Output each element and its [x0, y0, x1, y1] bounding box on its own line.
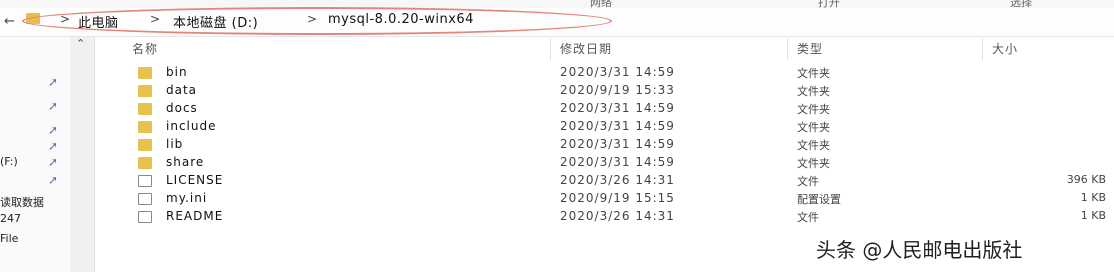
- file-date: 2020/3/31 14:59: [560, 65, 675, 79]
- file-row[interactable]: README 2020/3/26 14:31 文件 1 KB: [130, 208, 1114, 226]
- file-row[interactable]: my.ini 2020/9/19 15:15 配置设置 1 KB: [130, 190, 1114, 208]
- folder-icon: [138, 121, 152, 133]
- file-name: bin: [166, 65, 188, 79]
- file-date: 2020/3/26 14:31: [560, 209, 675, 223]
- file-date: 2020/3/31 14:59: [560, 101, 675, 115]
- column-divider[interactable]: [550, 38, 551, 60]
- file-name: my.ini: [166, 191, 208, 205]
- folder-icon: [138, 85, 152, 97]
- file-type: 文件夹: [797, 139, 830, 152]
- file-type: 文件夹: [797, 103, 830, 116]
- file-type: 配置设置: [797, 193, 841, 206]
- file-date: 2020/3/26 14:31: [560, 173, 675, 187]
- column-header-date[interactable]: 修改日期: [560, 40, 612, 57]
- file-date: 2020/9/19 15:15: [560, 191, 675, 205]
- file-name: docs: [166, 101, 198, 115]
- file-name: share: [166, 155, 205, 169]
- file-type: 文件夹: [797, 121, 830, 134]
- nav-scrollbar[interactable]: ⌃: [70, 37, 95, 272]
- file-type: 文件: [797, 175, 819, 188]
- pin-icon[interactable]: ➚: [48, 75, 58, 89]
- column-header-size[interactable]: 大小: [992, 40, 1018, 57]
- column-divider[interactable]: [982, 38, 983, 60]
- settings-file-icon: [138, 193, 152, 205]
- file-date: 2020/3/31 14:59: [560, 137, 675, 151]
- file-icon: [138, 211, 152, 223]
- watermark: 头条 @人民邮电出版社: [816, 238, 1023, 262]
- column-header-type[interactable]: 类型: [797, 40, 823, 57]
- pin-icon[interactable]: ➚: [48, 173, 58, 187]
- nav-item[interactable]: 247: [0, 212, 21, 225]
- file-name: data: [166, 83, 198, 97]
- ribbon-strip: 网络 打开 选择: [0, 0, 1114, 9]
- nav-item[interactable]: File: [0, 232, 18, 245]
- file-type: 文件夹: [797, 85, 830, 98]
- folder-icon: [138, 103, 152, 115]
- pin-icon[interactable]: ➚: [48, 139, 58, 153]
- file-name: LICENSE: [166, 173, 224, 187]
- pin-icon[interactable]: ➚: [48, 123, 58, 137]
- file-date: 2020/9/19 15:33: [560, 83, 675, 97]
- back-arrow-icon[interactable]: ←: [4, 14, 15, 29]
- file-icon: [138, 175, 152, 187]
- pin-icon[interactable]: ➚: [48, 155, 58, 169]
- file-size: 1 KB: [1080, 209, 1106, 222]
- folder-icon: [138, 139, 152, 151]
- file-name: README: [166, 209, 224, 223]
- file-type: 文件夹: [797, 67, 830, 80]
- file-row[interactable]: LICENSE 2020/3/26 14:31 文件 396 KB: [130, 172, 1114, 190]
- file-row[interactable]: share 2020/3/31 14:59 文件夹: [130, 154, 1114, 172]
- file-size: 1 KB: [1080, 191, 1106, 204]
- folder-icon: [138, 157, 152, 169]
- file-name: include: [166, 119, 217, 133]
- navigation-pane: ➚ ➚ ➚ ➚ ➚ (F:) ➚ 读取数据 247 File: [0, 37, 71, 272]
- file-date: 2020/3/31 14:59: [560, 119, 675, 133]
- highlight-ellipse: [22, 7, 612, 35]
- column-divider[interactable]: [787, 38, 788, 60]
- scroll-up-icon[interactable]: ⌃: [76, 37, 85, 50]
- file-row[interactable]: docs 2020/3/31 14:59 文件夹: [130, 100, 1114, 118]
- file-type: 文件夹: [797, 157, 830, 170]
- nav-item-drive-f[interactable]: (F:): [0, 155, 18, 168]
- folder-icon: [138, 67, 152, 79]
- file-type: 文件: [797, 211, 819, 224]
- pin-icon[interactable]: ➚: [48, 99, 58, 113]
- file-date: 2020/3/31 14:59: [560, 155, 675, 169]
- file-row[interactable]: include 2020/3/31 14:59 文件夹: [130, 118, 1114, 136]
- file-row[interactable]: data 2020/9/19 15:33 文件夹: [130, 82, 1114, 100]
- file-row[interactable]: bin 2020/3/31 14:59 文件夹: [130, 64, 1114, 82]
- column-header-name[interactable]: 名称: [132, 40, 158, 57]
- file-size: 396 KB: [1066, 173, 1106, 186]
- nav-item[interactable]: 读取数据: [0, 194, 44, 210]
- file-row[interactable]: lib 2020/3/31 14:59 文件夹: [130, 136, 1114, 154]
- file-name: lib: [166, 137, 184, 151]
